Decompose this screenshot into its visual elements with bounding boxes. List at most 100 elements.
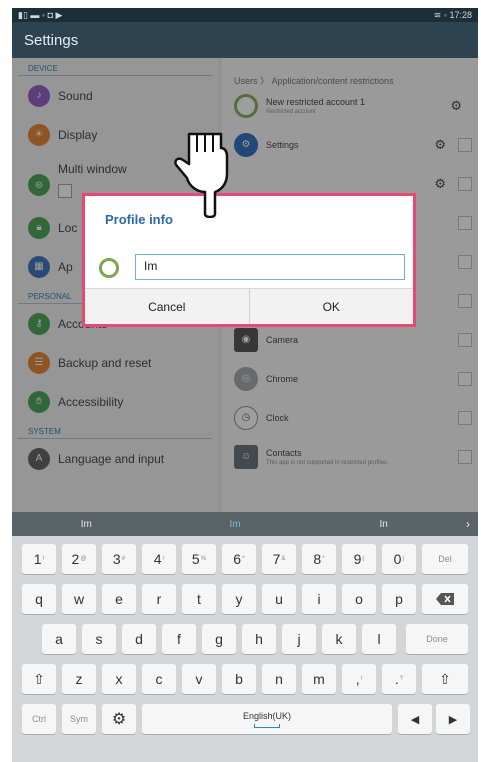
key-q[interactable]: q (22, 584, 56, 614)
cancel-button[interactable]: Cancel (85, 289, 249, 324)
keyboard-number-row: 1! 2 @ 3 # 4/ 5% 6 ^ 7 & 8 * 9( 0) Del (12, 544, 478, 574)
key-3[interactable]: 3 # (102, 544, 136, 574)
key-alt: ? (399, 676, 404, 682)
key-w[interactable]: w (62, 584, 96, 614)
key-k[interactable]: k (322, 624, 356, 654)
key-alt: ! (42, 556, 45, 562)
suggestion-middle[interactable]: Im (161, 519, 310, 530)
key-n[interactable]: n (262, 664, 296, 694)
key-a[interactable]: a (42, 624, 76, 654)
key-0[interactable]: 0) (382, 544, 416, 574)
key-alt: ( (362, 556, 365, 562)
cursor-right-key[interactable]: ▶ (436, 704, 470, 734)
profile-avatar-icon[interactable] (99, 258, 119, 278)
key-label: 0 (393, 551, 402, 567)
key-label: 6 (233, 551, 241, 567)
done-key[interactable]: Done (406, 624, 468, 654)
key-alt: * (322, 556, 325, 562)
key-alt: ! (360, 676, 363, 682)
shift-key-left[interactable]: ⇧ (22, 664, 56, 694)
keyboard-language-label: English(UK) (242, 710, 291, 721)
key-label: 2 (71, 551, 80, 567)
key-alt: ^ (241, 556, 245, 562)
ctrl-key[interactable]: Ctrl (22, 704, 56, 734)
key-x[interactable]: x (102, 664, 136, 694)
key-u[interactable]: u (262, 584, 296, 614)
cursor-left-key[interactable]: ◀ (398, 704, 432, 734)
key-s[interactable]: s (82, 624, 116, 654)
key-j[interactable]: j (282, 624, 316, 654)
android-screen: ▮▯ ▬ ◦ ◘ ▶ ≋ ◦ 17:28 Settings DEVICE ♪ S… (12, 8, 478, 762)
shift-key-right[interactable]: ⇧ (422, 664, 468, 694)
key-alt: # (121, 556, 126, 562)
key-alt: ) (402, 556, 405, 562)
key-c[interactable]: c (142, 664, 176, 694)
key-g[interactable]: g (202, 624, 236, 654)
pointing-hand-icon (174, 132, 229, 218)
key-4[interactable]: 4/ (142, 544, 176, 574)
key-d[interactable]: d (122, 624, 156, 654)
keyboard-row-3: ⇧ z x c v b n m ,! .? ⇧ (12, 664, 478, 694)
key-label: 9 (353, 551, 362, 567)
key-p[interactable]: p (382, 584, 416, 614)
key-1[interactable]: 1! (22, 544, 56, 574)
settings-key-gear-icon[interactable]: ⚙ (102, 704, 136, 734)
keyboard-row-1: q w e r t y u i o p (12, 584, 478, 614)
key-alt: @ (80, 556, 87, 562)
suggestion-expand-icon[interactable]: › (458, 517, 478, 531)
key-alt: & (281, 556, 286, 562)
delete-key[interactable]: Del (422, 544, 468, 574)
key-l[interactable]: l (362, 624, 396, 654)
key-9[interactable]: 9( (342, 544, 376, 574)
space-bar[interactable]: English(UK) (142, 704, 392, 734)
key-label: 3 (112, 551, 121, 567)
status-icons-right: ≋ ◦ 17:28 (433, 9, 472, 20)
key-label: , (355, 671, 360, 687)
sym-key[interactable]: Sym (62, 704, 96, 734)
key-6[interactable]: 6 ^ (222, 544, 256, 574)
key-8[interactable]: 8 * (302, 544, 336, 574)
keyboard: 1! 2 @ 3 # 4/ 5% 6 ^ 7 & 8 * 9( 0) Del q w e … (12, 536, 478, 762)
key-m[interactable]: m (302, 664, 336, 694)
key-i[interactable]: i (302, 584, 336, 614)
key-label: 5 (191, 551, 200, 567)
profile-name-input[interactable]: Im (135, 254, 405, 280)
profile-info-dialog: Profile info Im Cancel OK (82, 193, 416, 327)
backspace-key[interactable] (422, 584, 468, 614)
status-bar: ▮▯ ▬ ◦ ◘ ▶ ≋ ◦ 17:28 (12, 8, 478, 22)
key-z[interactable]: z (62, 664, 96, 694)
dialog-title: Profile info (105, 212, 173, 227)
key-label: . (394, 671, 399, 687)
key-b[interactable]: b (222, 664, 256, 694)
action-bar: Settings (12, 22, 478, 58)
key-h[interactable]: h (242, 624, 276, 654)
key-5[interactable]: 5% (182, 544, 216, 574)
key-label: 7 (272, 551, 281, 567)
key-alt: % (200, 556, 207, 562)
dialog-button-bar: Cancel OK (85, 288, 413, 324)
suggestion-bar: Im Im In › (12, 512, 478, 536)
space-icon (254, 723, 280, 728)
key-label: 1 (33, 551, 42, 567)
key-f[interactable]: f (162, 624, 196, 654)
ok-button[interactable]: OK (248, 289, 414, 324)
keyboard-row-2: a s d f g h j k l Done (12, 624, 478, 654)
key-2[interactable]: 2 @ (62, 544, 96, 574)
key-alt: / (162, 556, 165, 562)
status-icons-left: ▮▯ ▬ ◦ ◘ ▶ (18, 9, 63, 20)
action-bar-title: Settings (24, 31, 79, 49)
key-e[interactable]: e (102, 584, 136, 614)
key-comma[interactable]: ,! (342, 664, 376, 694)
key-o[interactable]: o (342, 584, 376, 614)
key-t[interactable]: t (182, 584, 216, 614)
key-7[interactable]: 7 & (262, 544, 296, 574)
backspace-icon (436, 593, 454, 605)
key-r[interactable]: r (142, 584, 176, 614)
key-label: 8 (313, 551, 322, 567)
key-label: 4 (153, 551, 162, 567)
key-v[interactable]: v (182, 664, 216, 694)
key-period[interactable]: .? (382, 664, 416, 694)
suggestion-right[interactable]: In (309, 519, 458, 530)
suggestion-left[interactable]: Im (12, 519, 161, 530)
key-y[interactable]: y (222, 584, 256, 614)
